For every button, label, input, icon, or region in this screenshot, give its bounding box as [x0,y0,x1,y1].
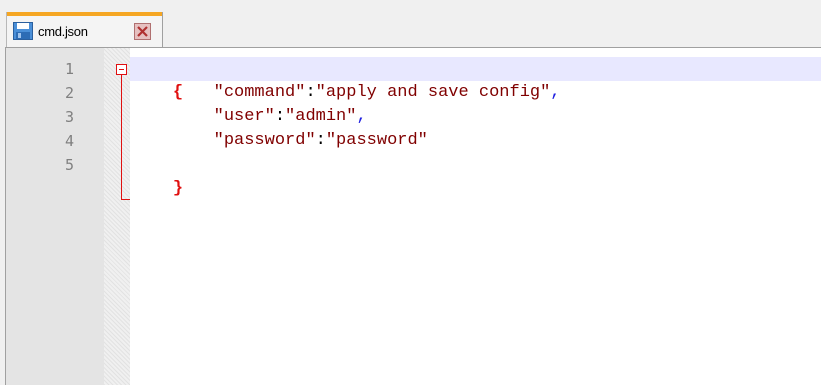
save-disk-icon [13,22,33,40]
current-line-highlight [130,57,821,81]
line-number: 4 [64,132,74,150]
line-number: 3 [64,108,74,126]
json-key: "user" [213,107,275,126]
close-brace: } [172,179,184,198]
line-number: 5 [64,156,74,174]
json-colon: : [315,131,326,150]
fold-toggle-icon[interactable] [116,64,127,75]
fold-guide-line [121,75,122,200]
code-line-2: "command":"apply and save config", [132,81,561,105]
line-number-gutter: 1 2 3 4 5 [6,48,104,385]
tab-active-indicator [7,12,162,16]
json-colon: : [274,107,286,126]
code-line-4: "password":"password" [132,129,428,153]
json-colon: : [305,83,316,102]
line-number: 1 [64,60,74,78]
line-number: 2 [64,84,74,102]
fold-margin [104,48,130,385]
fold-guide-end [121,199,130,200]
json-comma: , [550,83,561,102]
json-value: "apply and save config" [315,83,551,102]
json-value: "admin" [285,107,357,126]
json-comma: , [356,107,367,126]
close-icon[interactable] [134,23,151,40]
code-line-1: { [132,57,183,102]
tab-label: cmd.json [38,24,88,39]
json-key: "command" [213,83,306,102]
tab-bar: cmd.json [0,0,821,47]
code-line-5: } [132,153,183,198]
tab-cmd-json[interactable]: cmd.json [6,12,163,47]
json-key: "password" [213,131,316,150]
code-editor[interactable]: 1 2 3 4 5 { "command":"apply and save co… [5,47,821,385]
code-line-3: "user":"admin", [132,105,367,129]
json-value: "password" [325,131,428,150]
